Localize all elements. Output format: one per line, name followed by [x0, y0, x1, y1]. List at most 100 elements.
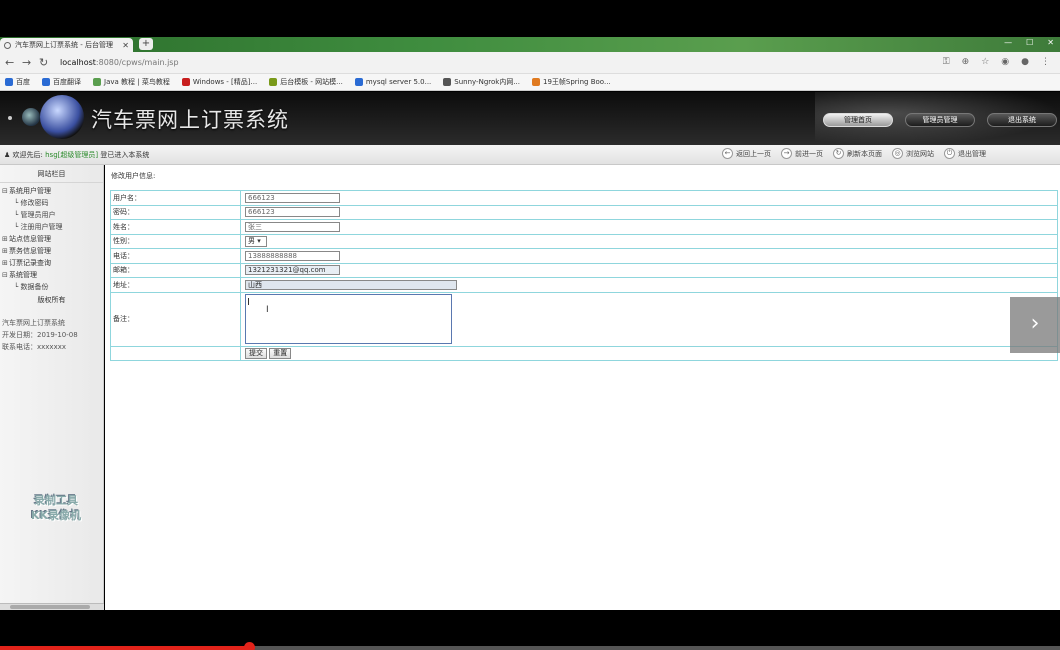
video-progress-knob[interactable] — [244, 642, 256, 650]
address-input[interactable]: 山西 — [245, 279, 457, 290]
gender-select[interactable]: 男 ▾ — [245, 235, 267, 247]
expand-icon[interactable]: ⊞ — [2, 233, 9, 245]
menu-dots-icon[interactable]: ⋮ — [1041, 57, 1050, 67]
screen: 汽车票网上订票系统 - 后台管理 ✕ + — ☐ ✕ ← → ↻ localho… — [0, 0, 1060, 650]
forward-icon: → — [781, 148, 792, 159]
text-caret — [248, 297, 249, 305]
reload-icon[interactable]: ↻ — [39, 57, 48, 69]
remark-textarea[interactable]: I — [245, 293, 452, 344]
bookmark-label: 百度 — [16, 78, 30, 86]
new-tab-button[interactable]: + — [139, 38, 153, 50]
minimize-button[interactable]: — — [1004, 38, 1012, 47]
sidebar-tree: ⊟系统用户管理 └ 修改密码 └ 管理员用户 └ 注册用户管理 ⊞站点信息管理 … — [0, 183, 103, 293]
logout-button[interactable]: ⏻ 退出管理 — [944, 148, 986, 159]
tree-node-station-info[interactable]: ⊞站点信息管理 — [0, 233, 103, 245]
tree-node-ticket-info[interactable]: ⊞票务信息管理 — [0, 245, 103, 257]
sidebar: 网站栏目 ⊟系统用户管理 └ 修改密码 └ 管理员用户 └ 注册用户管理 ⊞站点… — [0, 165, 104, 610]
watermark-line-1: 录制工具 — [34, 494, 78, 507]
close-window-button[interactable]: ✕ — [1047, 38, 1054, 47]
phone-label: 电话： — [110, 248, 241, 264]
expand-icon[interactable]: ⊞ — [2, 245, 9, 257]
email-input[interactable]: 1321231321@qq.com — [245, 265, 340, 276]
admin-manage-button[interactable]: 管理员管理 — [905, 113, 975, 127]
zoom-icon[interactable]: ⊕ — [962, 57, 970, 67]
back-page-button[interactable]: ← 返回上一页 — [722, 148, 771, 159]
refresh-icon: ↻ — [833, 148, 844, 159]
bookmark-item[interactable]: mysql server 5.0... — [354, 78, 432, 86]
tree-node-system-management[interactable]: ⊟系统管理 — [0, 269, 103, 281]
profile-icon[interactable]: ● — [1021, 57, 1029, 67]
scrollbar-thumb[interactable] — [10, 605, 90, 609]
phone-input[interactable]: 13888888888 — [245, 250, 340, 261]
password-input[interactable]: 666123 — [245, 207, 340, 218]
form-row: 地址： 山西 — [110, 277, 1058, 293]
welcome-message: ♟ 欢迎先后: hsg[超级管理员] 登已进入本系统 — [4, 150, 149, 160]
system-name: 汽车票网上订票系统 — [2, 319, 65, 327]
name-input[interactable]: 张三 — [245, 221, 340, 232]
submit-button[interactable]: 提交 — [245, 347, 267, 359]
form-row: 提交 重置 — [110, 345, 1058, 361]
refresh-page-button[interactable]: ↻ 刷新本页面 — [833, 148, 882, 159]
reset-button[interactable]: 重置 — [269, 347, 292, 359]
tree-node-user-management[interactable]: ⊟系统用户管理 — [0, 185, 103, 197]
bookmark-favicon-icon — [181, 78, 190, 86]
address-bar-icons: ⚿ ⊕ ☆ ◉ ● ⋮ — [943, 57, 1050, 67]
bookmark-item[interactable]: 百度 — [5, 77, 30, 87]
bookmarks-bar: 百度 百度翻译 Java 教程 | 菜鸟教程 Windows - [精品]...… — [0, 74, 1060, 91]
tree-node-booking-records[interactable]: ⊞订票记录查询 — [0, 257, 103, 269]
form-row: 姓名： 张三 — [110, 219, 1058, 235]
back-arrow-icon[interactable]: ← — [5, 57, 14, 69]
collapse-icon[interactable]: ⊟ — [2, 269, 9, 281]
address-label: 地址： — [110, 277, 241, 293]
form-row: 密码： 666123 — [110, 204, 1058, 220]
browse-site-button[interactable]: ◎ 浏览网站 — [892, 148, 934, 159]
tree-node-label: 修改密码 — [20, 199, 49, 207]
admin-home-button[interactable]: 管理首页 — [823, 113, 893, 127]
forward-page-label: 前进一页 — [795, 149, 823, 158]
tab-title: 汽车票网上订票系统 - 后台管理 — [15, 41, 113, 49]
address-cell: 山西 — [240, 277, 1058, 293]
video-progress-fill — [0, 646, 250, 650]
forward-page-button[interactable]: → 前进一页 — [781, 148, 823, 159]
username-input[interactable]: 666123 — [245, 192, 340, 203]
extension-icon[interactable]: ◉ — [1001, 57, 1009, 67]
bookmark-item[interactable]: 后台模板 - 网站模... — [269, 77, 343, 87]
gender-value: 男 — [248, 236, 255, 245]
expand-icon[interactable]: ⊞ — [2, 257, 9, 269]
tree-node-registered-users[interactable]: └ 注册用户管理 — [0, 221, 103, 233]
browser-tab[interactable]: 汽车票网上订票系统 - 后台管理 ✕ — [0, 38, 133, 52]
back-icon: ← — [722, 148, 733, 159]
logo-orb-small-icon — [22, 108, 40, 126]
bookmark-item[interactable]: Sunny-Ngrok内网... — [443, 77, 520, 87]
bookmark-item[interactable]: 百度翻译 — [42, 77, 81, 87]
gender-label: 性别： — [110, 233, 241, 249]
dev-date: 开发日期：2019-10-08 — [2, 331, 78, 339]
key-icon[interactable]: ⚿ — [943, 57, 950, 67]
bookmark-item[interactable]: Windows - [精品]... — [181, 77, 257, 87]
phone-cell: 13888888888 — [240, 248, 1058, 264]
tree-node-label: 系统管理 — [9, 271, 37, 279]
tree-node-change-password[interactable]: └ 修改密码 — [0, 197, 103, 209]
tree-node-admin-users[interactable]: └ 管理员用户 — [0, 209, 103, 221]
bookmark-favicon-icon — [93, 78, 101, 86]
exit-system-button[interactable]: 退出系统 — [987, 113, 1057, 127]
current-user: hsg[超级管理员] — [45, 151, 99, 159]
logout-label: 退出管理 — [958, 149, 986, 158]
bookmark-item[interactable]: Java 教程 | 菜鸟教程 — [93, 77, 170, 87]
bookmark-item[interactable]: 19王帧Spring Boo... — [532, 77, 611, 87]
maximize-button[interactable]: ☐ — [1026, 38, 1033, 47]
tree-node-data-backup[interactable]: └ 数据备份 — [0, 281, 103, 293]
url-field[interactable]: localhost:8080/cpws/main.jsp — [60, 58, 179, 67]
star-icon[interactable]: ☆ — [981, 57, 989, 67]
collapse-icon[interactable]: ⊟ — [2, 185, 9, 197]
tab-close-icon[interactable]: ✕ — [122, 41, 129, 50]
email-label: 邮箱： — [110, 262, 241, 278]
video-progress-track[interactable] — [0, 642, 1060, 650]
next-slide-button[interactable]: › — [1010, 297, 1060, 353]
bookmark-label: mysql server 5.0... — [365, 78, 432, 86]
sidebar-scrollbar[interactable] — [0, 603, 104, 610]
video-player-bar — [0, 610, 1060, 650]
forward-arrow-icon[interactable]: → — [22, 57, 31, 69]
app-header: 汽车票网上订票系统 管理首页 管理员管理 退出系统 — [0, 92, 1060, 145]
recorder-watermark: 录制工具 KK录像机 — [18, 493, 94, 523]
